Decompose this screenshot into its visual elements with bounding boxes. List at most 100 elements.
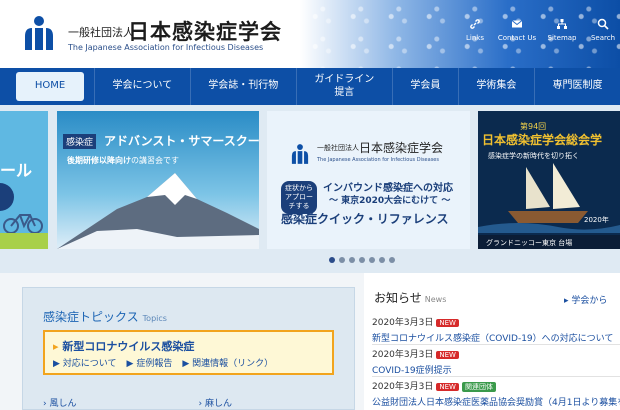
carousel-dot[interactable]	[389, 257, 395, 263]
site-title[interactable]: 日本感染症学会	[128, 16, 282, 46]
search-icon	[597, 18, 609, 30]
topics-title: 感染症トピックス	[43, 310, 139, 324]
banner3-org-en: The Japanese Association for Infectious …	[317, 157, 439, 163]
banner3-org-name: 日本感染症学会	[359, 141, 444, 155]
banner-summer-school[interactable]: 感染症 アドバンスト・サマースクール 後期研修以降向けの講習会です	[57, 111, 259, 249]
banner-annual-meeting[interactable]: 第94回 日本感染症学会総会学 感染症学の新時代を切り拓く 2020年 グランド…	[478, 111, 620, 249]
contact-button[interactable]: Contact Us	[494, 18, 540, 42]
news-text[interactable]: 新型コロナウイルス感染症（COVID-19）への対応について	[372, 331, 620, 344]
topic-link-measles[interactable]: › 麻しん	[198, 396, 231, 409]
news-panel: お知らせ News ▸ 学会から 2020年3月3日 NEW 新型コロナウイルス感染…	[364, 273, 620, 410]
site-header: 一般社団法人 日本感染症学会 The Japanese Association …	[0, 0, 620, 68]
news-text[interactable]: 公益財団法人日本感染症医薬品協会奨励賞（4月1日より募集を開始	[372, 395, 620, 408]
carousel-dot[interactable]	[349, 257, 355, 263]
banner3-org-type: 一般社団法人	[317, 144, 359, 152]
carousel-dot[interactable]	[369, 257, 375, 263]
banner4-title: 日本感染症学会総会学	[482, 133, 603, 147]
banner1-circle	[0, 183, 14, 211]
banner3-title: 感染症クイック・リファレンス	[281, 212, 449, 226]
nav-meetings[interactable]: 学術集会	[457, 68, 534, 105]
society-logo-icon[interactable]	[20, 14, 58, 52]
new-badge: NEW	[436, 383, 459, 391]
nav-journal[interactable]: 学会誌・刊行物	[189, 68, 296, 105]
covid-box: ▸ 新型コロナウイルス感染症 ▶︎ 対応について ▶︎ 症例報告 ▶︎ 関連情報…	[43, 330, 334, 375]
news-item[interactable]: 2020年3月3日 NEW 関連団体 公益財団法人日本感染症医薬品協会奨励賞（4月1…	[372, 379, 620, 409]
sitemap-icon	[557, 19, 567, 29]
banner4-date: 2020年	[584, 216, 609, 224]
banner1-text: ール	[0, 161, 33, 180]
chevron-right-icon: ▸	[564, 296, 569, 306]
topics-heading: 感染症トピックス Topics	[43, 308, 167, 325]
topics-panel: 感染症トピックス Topics ▸ 新型コロナウイルス感染症 ▶︎ 対応について …	[22, 287, 355, 410]
link-icon	[470, 19, 480, 29]
news-text[interactable]: COVID-19症例提示	[372, 363, 620, 376]
nav-home[interactable]: HOME	[16, 72, 84, 101]
news-date: 2020年3月3日	[372, 318, 434, 328]
carousel-dot[interactable]	[339, 257, 345, 263]
banner-partial-left[interactable]: ール	[0, 111, 48, 249]
news-heading: お知らせ News	[374, 289, 446, 306]
mountain-illustration	[57, 173, 259, 249]
news-item[interactable]: 2020年3月3日 NEW 新型コロナウイルス感染症（COVID-19）への対応に…	[372, 315, 620, 345]
sitemap-button[interactable]: Sitemap	[539, 18, 585, 42]
caret-right-icon: ▸	[53, 340, 59, 353]
nav-members[interactable]: 学会員	[391, 68, 458, 105]
topic-link-rubella-label: 風しん	[49, 399, 77, 409]
society-logo-small-icon	[291, 144, 309, 164]
news-more-label: 学会から	[571, 296, 608, 306]
new-badge: NEW	[436, 351, 459, 359]
banner3-line2: ～ 東京2020大会にむけて ～	[329, 196, 451, 206]
banner2-subtitle-rest: の講習会です	[131, 156, 179, 165]
carousel-dot[interactable]	[329, 257, 335, 263]
related-org-badge: 関連団体	[461, 382, 496, 392]
covid-title[interactable]: ▸ 新型コロナウイルス感染症	[53, 338, 194, 354]
covid-links: ▶︎ 対応について ▶︎ 症例報告 ▶︎ 関連情報（リンク）	[53, 356, 273, 369]
global-nav: HOME 学会について 学会誌・刊行物 ガイドライン 提言 学会員 学術集会 専…	[0, 68, 620, 105]
banner-carousel: ール 感染症 アドバンスト・サマースクール 後期研修以降向けの講習会です 一般社…	[0, 105, 620, 273]
covid-link-cases[interactable]: ▶︎ 症例報告	[127, 356, 173, 369]
banner2-subtitle: 後期研修以降向けの講習会です	[67, 155, 179, 166]
covid-title-text: 新型コロナウイルス感染症	[62, 340, 195, 353]
banner4-subtitle: 感染症学の新時代を切り拓く	[488, 152, 579, 160]
nav-specialist[interactable]: 専門医制度	[533, 68, 620, 105]
banner2-tag: 感染症	[63, 134, 97, 149]
banner1-grass	[0, 233, 48, 249]
contact-label: Contact Us	[497, 34, 537, 42]
topics-title-en: Topics	[142, 314, 167, 323]
news-item[interactable]: 2020年3月3日 NEW COVID-19症例提示	[372, 347, 620, 377]
carousel-dot[interactable]	[379, 257, 385, 263]
search-label: Search	[590, 34, 616, 42]
links-label: Links	[466, 34, 484, 42]
links-button[interactable]: Links	[452, 18, 498, 42]
site-title-en: The Japanese Association for Infectious …	[68, 43, 264, 52]
nav-guidelines[interactable]: ガイドライン 提言	[295, 68, 392, 105]
main-content: 感染症トピックス Topics ▸ 新型コロナウイルス感染症 ▶︎ 対応について …	[0, 273, 620, 410]
news-date: 2020年3月3日	[372, 350, 434, 360]
carousel-pagination	[329, 257, 395, 263]
new-badge: NEW	[436, 319, 459, 327]
banner4-venue: グランドニッコー東京 台場	[486, 239, 573, 247]
covid-link-cases-label: 症例報告	[136, 359, 173, 369]
banner3-line1: インバウンド感染症への対応	[323, 183, 453, 194]
covid-link-response[interactable]: ▶︎ 対応について	[53, 356, 117, 369]
news-date: 2020年3月3日	[372, 382, 434, 392]
news-more-link[interactable]: ▸ 学会から	[564, 293, 607, 306]
news-title-en: News	[424, 295, 447, 304]
mail-icon	[511, 20, 523, 28]
banner-quick-reference[interactable]: 一般社団法人 日本感染症学会 The Japanese Association …	[267, 111, 470, 249]
org-type: 一般社団法人	[68, 26, 134, 39]
covid-link-related[interactable]: ▶︎ 関連情報（リンク）	[182, 356, 273, 369]
topic-sub-links: › 風しん › 麻しん	[43, 396, 232, 409]
nav-about[interactable]: 学会について	[94, 68, 190, 105]
banner2-subtitle-strong: 後期研修以降向け	[67, 156, 131, 165]
search-button[interactable]: Search	[580, 18, 620, 42]
carousel-dot[interactable]	[359, 257, 365, 263]
topic-link-measles-label: 麻しん	[204, 399, 232, 409]
news-title: お知らせ	[374, 291, 422, 305]
topic-link-rubella[interactable]: › 風しん	[43, 396, 76, 409]
banner2-title: アドバンスト・サマースクール	[104, 134, 259, 148]
sitemap-label: Sitemap	[547, 34, 577, 42]
covid-link-response-label: 対応について	[62, 359, 117, 369]
covid-link-related-label: 関連情報（リンク）	[192, 359, 274, 369]
bicycle-icon	[3, 214, 43, 234]
